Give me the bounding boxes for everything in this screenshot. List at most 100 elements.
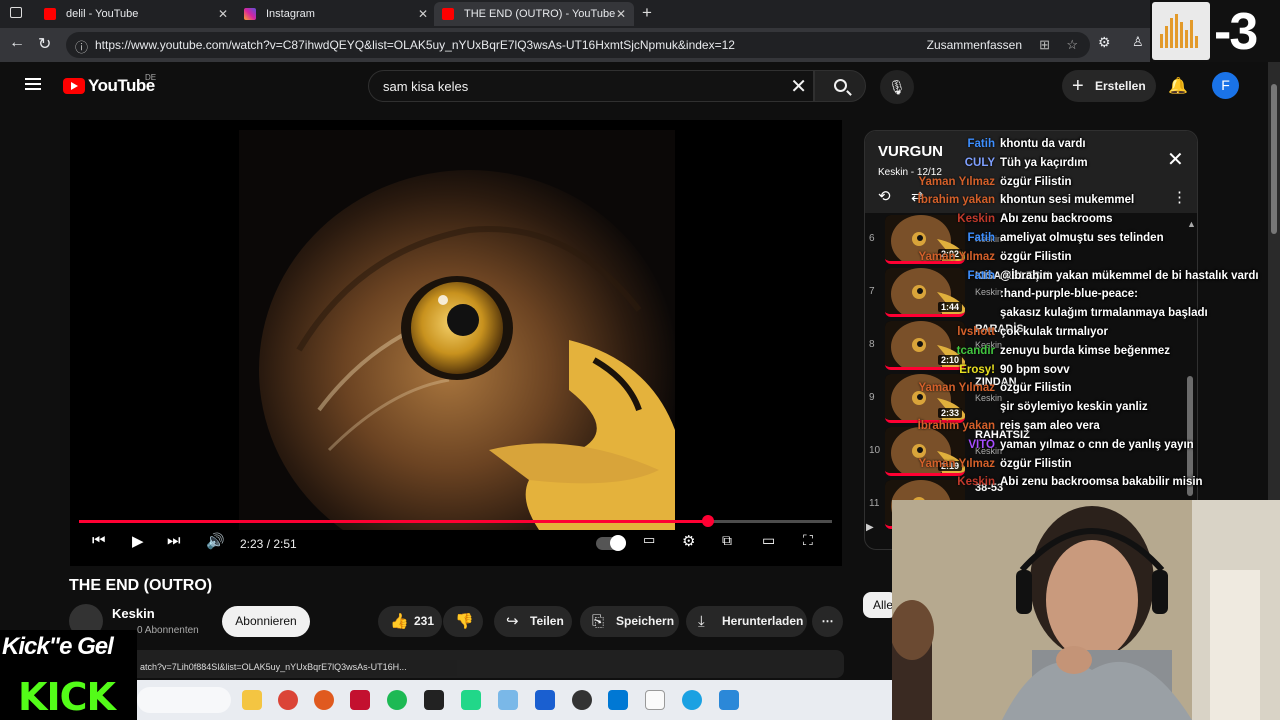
chat-username: CULY: [964, 156, 995, 169]
playlist-item-index: 11: [869, 498, 880, 509]
capcut-icon[interactable]: [424, 690, 444, 710]
chat-username: Keskin: [957, 476, 995, 489]
chat-message: İbrahim yakan khontun sesi mukemmel: [870, 194, 1260, 213]
volume-icon[interactable]: 🔊: [206, 532, 225, 550]
chat-text: @İbrahim yakan mükemmel de bi hastalık v…: [1000, 269, 1259, 282]
windows-taskbar: [137, 680, 892, 720]
spotify-icon[interactable]: [387, 690, 407, 710]
chat-text: 90 bpm sovv: [1000, 363, 1070, 376]
bookmark-icon: ⎘: [592, 613, 605, 630]
page-scrollbar[interactable]: [1268, 62, 1280, 500]
tab-actions-icon[interactable]: [10, 7, 22, 18]
share-button[interactable]: ↪ Teilen: [494, 606, 572, 637]
save-button[interactable]: ⎘ Speichern: [580, 606, 679, 637]
kick-overlay: Kick"e Gel KICK: [0, 630, 137, 720]
chrome-icon[interactable]: [278, 690, 298, 710]
pycharm-icon[interactable]: [461, 690, 481, 710]
chat-message: Yaman Yılmaz özgür Filistin: [870, 176, 1260, 195]
url-field[interactable]: ⓘ https://www.youtube.com/watch?v=C87ihw…: [66, 32, 1090, 58]
thumbs-up-icon: 👍: [390, 613, 409, 630]
back-icon[interactable]: ←: [9, 34, 25, 52]
subscribe-button[interactable]: Abonnieren: [222, 606, 310, 637]
kick-tagline: Kick"e Gel: [2, 633, 114, 660]
tab-delil[interactable]: delil - YouTube ✕: [36, 2, 236, 26]
video-frame-hawk-image: [239, 130, 675, 530]
search-value: sam kisa keles: [383, 79, 469, 94]
extensions-icon[interactable]: ⚙: [1098, 34, 1111, 51]
chat-username: Fatih: [967, 269, 995, 282]
clear-search-icon[interactable]: ✕: [790, 74, 807, 99]
edge-icon[interactable]: [682, 690, 702, 710]
defender-shield-icon[interactable]: [535, 690, 555, 710]
app-available-icon[interactable]: ⊞: [1039, 37, 1050, 53]
chat-message: VITO yaman yılmaz o cnn de yanlış yayın: [870, 439, 1260, 458]
previous-icon[interactable]: ⏮: [92, 532, 106, 549]
create-button[interactable]: + Erstellen: [1062, 70, 1156, 102]
chat-message: CULY Tüh ya kaçırdım: [870, 157, 1260, 176]
video-title: THE END (OUTRO): [69, 577, 213, 594]
chat-message: Yaman Yılmaz özgür Filistin: [870, 458, 1260, 477]
chat-username: Keskin: [957, 213, 995, 226]
taskbar-search[interactable]: [137, 687, 231, 713]
progress-played: [79, 520, 708, 523]
overlay-number: -3: [1214, 3, 1258, 61]
notifications-bell-icon[interactable]: 🔔: [1168, 76, 1188, 96]
chat-text: khontu da vardı: [1000, 138, 1086, 150]
search-input[interactable]: sam kisa keles ✕: [368, 70, 814, 102]
voice-search-button[interactable]: 🎙: [880, 70, 914, 104]
vscode-icon[interactable]: [608, 690, 628, 710]
chat-username: tcandir: [956, 344, 995, 357]
tab-label: delil - YouTube: [66, 8, 139, 20]
search-button[interactable]: [814, 70, 866, 102]
chat-username: Erosy!: [959, 363, 995, 376]
page-scroll-thumb[interactable]: [1271, 84, 1277, 234]
obs-icon[interactable]: [572, 690, 592, 710]
file-explorer-icon[interactable]: [242, 690, 262, 710]
summarize-button[interactable]: Zusammenfassen: [927, 38, 1022, 52]
scrubber-handle[interactable]: [701, 515, 714, 527]
close-tab-icon[interactable]: ✕: [418, 7, 428, 21]
play-icon[interactable]: ▶: [132, 532, 144, 550]
miniplayer-icon[interactable]: ⧉: [722, 532, 732, 549]
more-actions-button[interactable]: ⋯: [812, 606, 843, 637]
like-button[interactable]: 👍 231: [378, 606, 442, 637]
browser-tab-strip: delil - YouTube ✕ Instagram ✕ THE END (O…: [0, 0, 1280, 28]
download-button[interactable]: ⤓ Herunterladen: [686, 606, 807, 637]
progress-bar[interactable]: [79, 515, 832, 527]
reload-icon[interactable]: ↻: [38, 34, 51, 54]
chat-message: Yaman Yılmaz özgür Filistin: [870, 382, 1260, 401]
file-icon[interactable]: [645, 690, 665, 710]
close-tab-icon[interactable]: ✕: [218, 7, 228, 21]
youtube-logo[interactable]: YouTube: [63, 76, 155, 96]
video-player[interactable]: ⏮ ▶ ⏭ 🔊 2:23 / 2:51 ▭ ⚙ ⧉ ▭ ⛶: [70, 120, 842, 566]
share-label: Teilen: [530, 614, 564, 628]
favorite-star-icon[interactable]: ☆: [1066, 37, 1078, 53]
channel-name[interactable]: Keskin: [112, 606, 155, 621]
profile-icon[interactable]: ♙: [1132, 34, 1144, 50]
settings-gear-icon[interactable]: ⚙: [682, 532, 695, 550]
tab-instagram[interactable]: Instagram ✕: [236, 2, 436, 26]
notepad-icon[interactable]: [719, 690, 739, 710]
menu-icon[interactable]: [25, 78, 41, 90]
country-code: DE: [145, 73, 157, 82]
chat-text: özgür Filistin: [1000, 250, 1072, 263]
autoplay-toggle[interactable]: [596, 535, 626, 551]
tab-label: THE END (OUTRO) - YouTube: [464, 8, 616, 20]
tab-the-end[interactable]: THE END (OUTRO) - YouTube ✕: [434, 2, 634, 26]
app-icon[interactable]: [498, 690, 518, 710]
chat-username: İbrahim yakan: [917, 194, 995, 207]
next-icon[interactable]: ⏭: [167, 532, 181, 549]
dislike-button[interactable]: 👎: [443, 606, 483, 637]
browser-icon[interactable]: [314, 690, 334, 710]
fullscreen-icon[interactable]: ⛶: [803, 532, 813, 549]
app-icon[interactable]: [350, 690, 370, 710]
kick-logo: KICK: [18, 675, 116, 719]
more-horizontal-icon: ⋯: [821, 614, 834, 628]
subtitles-icon[interactable]: ▭: [643, 532, 655, 548]
site-info-icon[interactable]: ⓘ: [75, 37, 88, 56]
theater-mode-icon[interactable]: ▭: [762, 532, 775, 549]
new-tab-icon[interactable]: +: [642, 3, 652, 23]
expand-arrow-icon[interactable]: ▶: [866, 522, 874, 533]
close-tab-icon[interactable]: ✕: [616, 7, 626, 21]
account-avatar[interactable]: F: [1212, 72, 1239, 99]
